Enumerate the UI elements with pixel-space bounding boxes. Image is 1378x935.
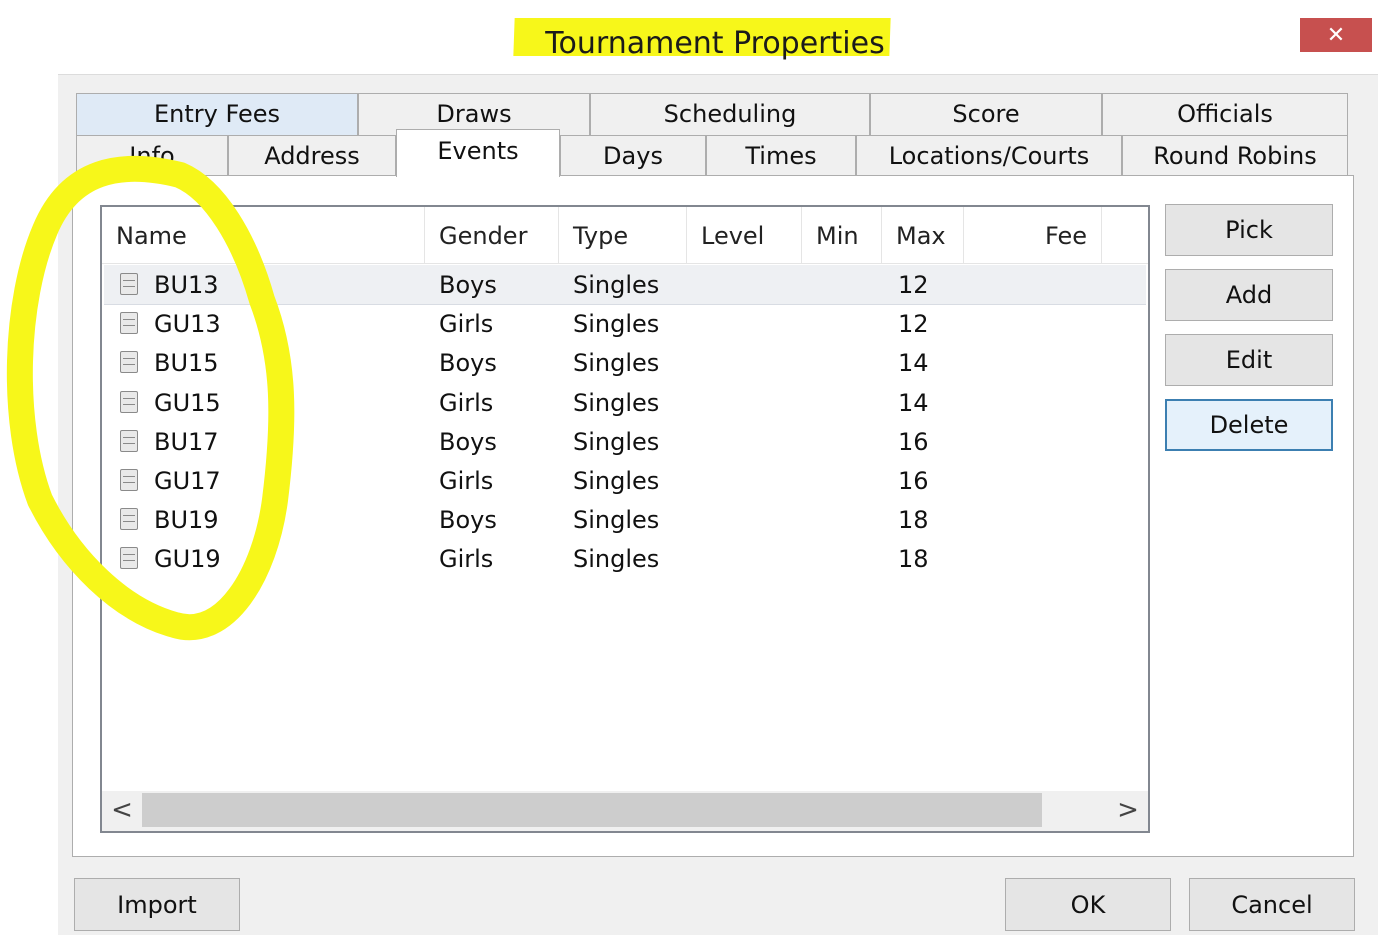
cell-gender: Girls [439, 467, 494, 495]
tab-entry-fees[interactable]: Entry Fees [76, 93, 358, 135]
cell-max: 14 [898, 349, 929, 378]
tab-officials[interactable]: Officials [1102, 93, 1348, 135]
column-header-name[interactable]: Name [102, 207, 425, 263]
cell-gender: Girls [439, 545, 494, 574]
tab-events[interactable]: Events [396, 129, 560, 177]
cell-type: Singles [573, 271, 660, 299]
database-icon [120, 508, 138, 531]
cell-gender: Boys [439, 271, 497, 299]
cell-name: GU13 [154, 310, 221, 339]
cell-name: GU15 [154, 388, 221, 417]
table-row[interactable]: BU19 Boys Singles 18 [104, 500, 1146, 539]
cell-type: Singles [573, 545, 660, 574]
database-icon [120, 547, 138, 570]
cell-max: 12 [898, 271, 929, 299]
cell-name: BU19 [154, 506, 219, 535]
cell-name: BU17 [154, 427, 219, 456]
table-row[interactable]: GU15 Girls Singles 14 [104, 383, 1146, 422]
column-header-fee[interactable]: Fee [964, 207, 1102, 263]
database-icon [120, 351, 138, 374]
column-header-gender[interactable]: Gender [425, 207, 559, 263]
dialog-client-area: Entry Fees Draws Scheduling Score Offici… [58, 74, 1378, 935]
table-row[interactable]: GU17 Girls Singles 16 [104, 461, 1146, 500]
list-header: Name Gender Type Level Min Max Fee [102, 207, 1148, 264]
delete-button[interactable]: Delete [1165, 399, 1333, 451]
table-row[interactable]: GU13 Girls Singles 12 [104, 304, 1146, 343]
cell-type: Singles [573, 310, 660, 339]
import-button[interactable]: Import [74, 878, 240, 931]
cell-type: Singles [573, 427, 660, 456]
tab-round-robins[interactable]: Round Robins [1122, 135, 1348, 177]
tab-times[interactable]: Times [706, 135, 856, 177]
scroll-right-arrow-icon[interactable]: > [1108, 791, 1148, 831]
cell-gender: Girls [439, 388, 494, 417]
cell-max: 16 [898, 427, 929, 456]
tab-days[interactable]: Days [560, 135, 706, 177]
cell-type: Singles [573, 467, 660, 495]
cell-name: BU15 [154, 349, 219, 378]
table-row[interactable]: BU17 Boys Singles 16 [104, 422, 1146, 461]
cell-gender: Boys [439, 349, 497, 378]
column-header-type[interactable]: Type [559, 207, 687, 263]
horizontal-scrollbar[interactable]: < > [102, 791, 1148, 831]
add-button[interactable]: Add [1165, 269, 1333, 321]
pick-button[interactable]: Pick [1165, 204, 1333, 256]
tab-score[interactable]: Score [870, 93, 1102, 135]
cell-name: BU13 [154, 271, 219, 299]
tab-address[interactable]: Address [228, 135, 396, 177]
column-header-level[interactable]: Level [687, 207, 802, 263]
cell-max: 14 [898, 388, 929, 417]
cell-max: 16 [898, 467, 929, 495]
column-header-max[interactable]: Max [882, 207, 964, 263]
scrollbar-thumb[interactable] [142, 793, 1042, 827]
column-header-min[interactable]: Min [802, 207, 882, 263]
cell-gender: Boys [439, 427, 497, 456]
tab-scheduling[interactable]: Scheduling [590, 93, 870, 135]
cell-type: Singles [573, 349, 660, 378]
tournament-properties-dialog: Tournament Properties ✕ Entry Fees Draws… [58, 18, 1378, 935]
database-icon [120, 390, 138, 413]
table-row[interactable]: BU13 Boys Singles 12 [104, 265, 1146, 305]
cell-name: GU17 [154, 467, 221, 495]
events-list-view[interactable]: Name Gender Type Level Min Max Fee BU13 B… [100, 205, 1150, 833]
title-bar: Tournament Properties ✕ [58, 18, 1378, 74]
table-row[interactable]: GU19 Girls Singles 18 [104, 539, 1146, 578]
table-row[interactable]: BU15 Boys Singles 14 [104, 343, 1146, 382]
cell-gender: Boys [439, 506, 497, 535]
cancel-button[interactable]: Cancel [1189, 878, 1355, 931]
scroll-left-arrow-icon[interactable]: < [102, 791, 142, 831]
edit-button[interactable]: Edit [1165, 334, 1333, 386]
cell-max: 12 [898, 310, 929, 339]
cell-name: GU19 [154, 545, 221, 574]
events-tab-panel: Name Gender Type Level Min Max Fee BU13 B… [72, 175, 1354, 857]
tab-locations-courts[interactable]: Locations/Courts [856, 135, 1122, 177]
database-icon [120, 312, 138, 335]
close-button[interactable]: ✕ [1300, 18, 1372, 52]
cell-type: Singles [573, 388, 660, 417]
cell-max: 18 [898, 506, 929, 535]
database-icon [120, 429, 138, 452]
window-title: Tournament Properties [545, 26, 885, 61]
cell-type: Singles [573, 506, 660, 535]
cell-max: 18 [898, 545, 929, 574]
cell-gender: Girls [439, 310, 494, 339]
database-icon [120, 469, 138, 491]
ok-button[interactable]: OK [1005, 878, 1171, 931]
tab-info[interactable]: Info [76, 135, 228, 177]
database-icon [120, 273, 138, 295]
